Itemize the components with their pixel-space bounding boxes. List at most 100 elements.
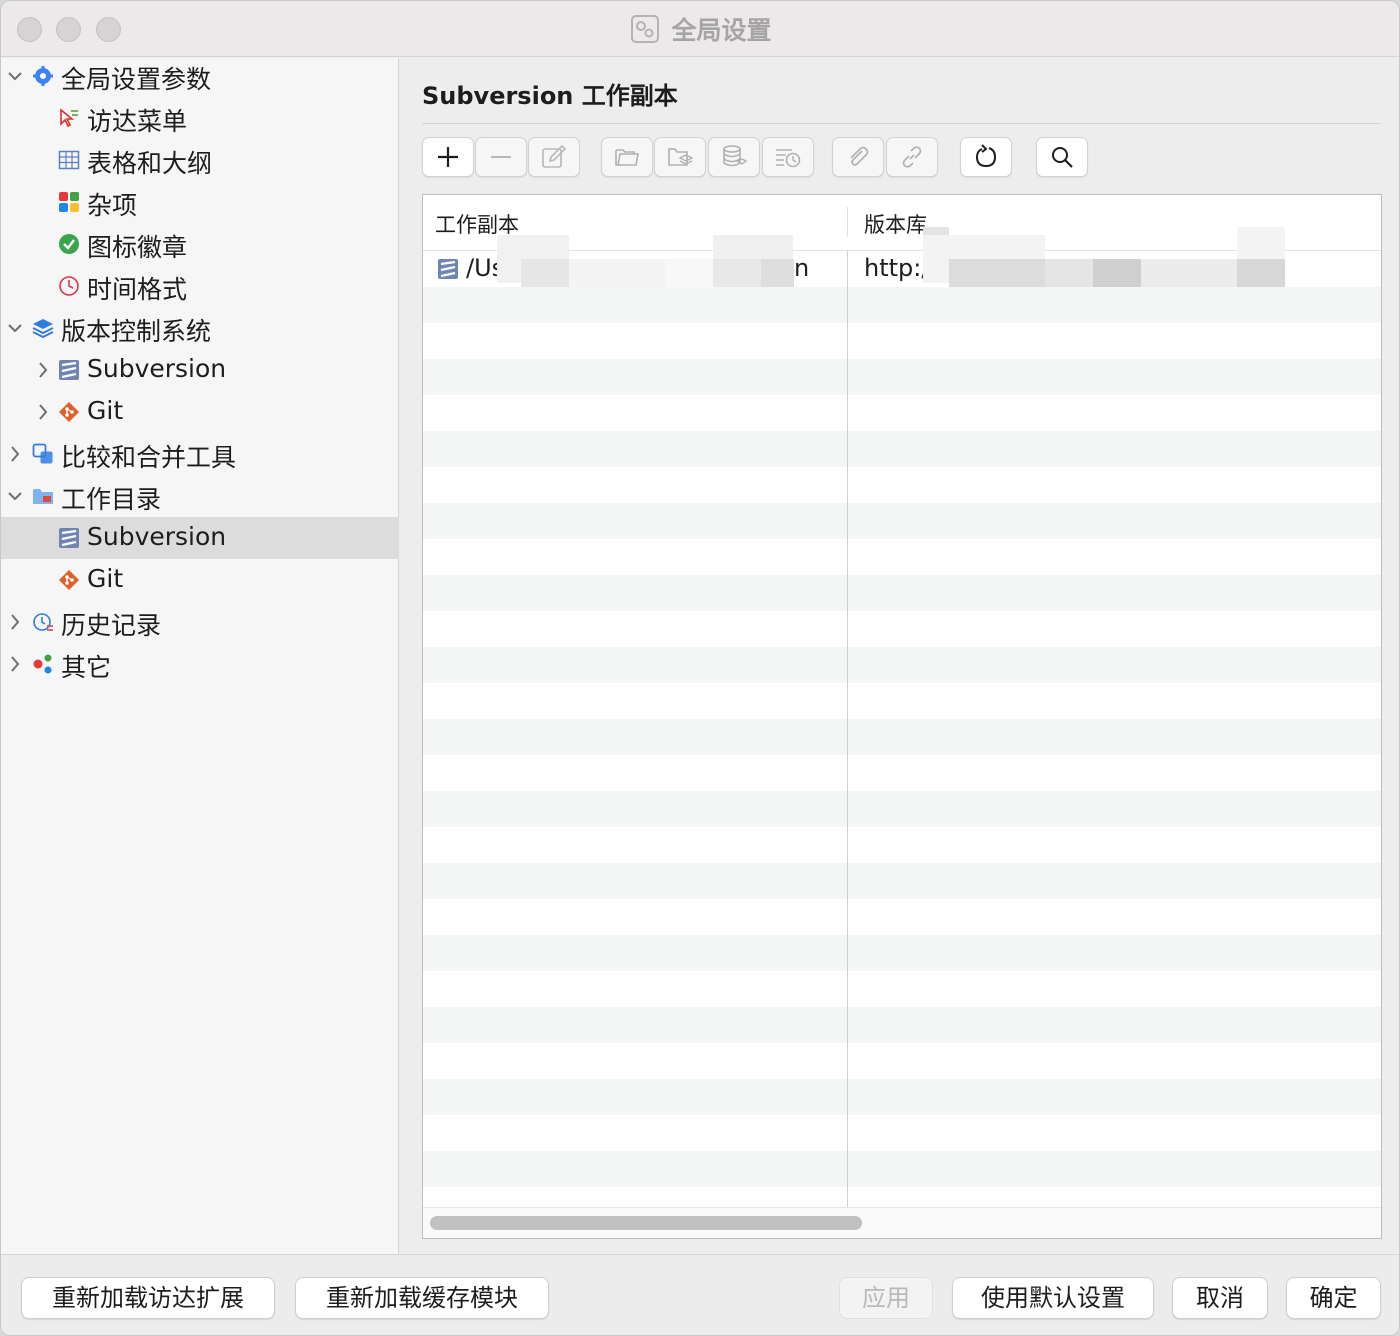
attach-button[interactable] (832, 137, 884, 177)
chevron-right-icon[interactable] (35, 402, 51, 422)
table-row[interactable]: /Us n http:/ (423, 227, 1381, 307)
chevron-right-icon[interactable] (7, 654, 23, 674)
finder-menu-icon (60, 108, 78, 128)
subversion-icon (59, 360, 79, 380)
subversion-icon (59, 528, 79, 548)
ok-button[interactable]: 确定 (1286, 1277, 1381, 1319)
sidebar-item-label: 杂项 (87, 191, 138, 220)
reload-cache-module-button[interactable]: 重新加载缓存模块 (295, 1277, 549, 1319)
table-row (423, 1079, 1381, 1115)
sidebar-item-label: 全局设置参数 (61, 65, 212, 94)
cancel-button[interactable]: 取消 (1172, 1277, 1268, 1319)
sidebar-item-finder-menu[interactable]: 访达菜单 (1, 97, 399, 139)
check-badge-icon (59, 234, 79, 254)
git-icon (59, 402, 79, 422)
column-separator (847, 251, 848, 1207)
settings-sidebar: 全局设置参数 访达菜单 表格和大纲 杂项 图标徽章 时间格式 版本控制系统 Su… (1, 58, 399, 1254)
sidebar-item-misc[interactable]: 杂项 (1, 181, 399, 223)
sidebar-item-diff-merge[interactable]: 比较和合并工具 (1, 433, 399, 475)
table-row (423, 431, 1381, 467)
gear-icon (33, 66, 53, 86)
table-row (423, 575, 1381, 611)
refresh-icon (975, 144, 997, 168)
title-bar: 全局设置 (1, 1, 1399, 57)
link-button[interactable] (886, 137, 938, 177)
sidebar-item-label: 表格和大纲 (87, 149, 213, 178)
footer-bar: 重新加载访达扩展 重新加载缓存模块 应用 使用默认设置 取消 确定 (1, 1254, 1399, 1335)
table-row (423, 359, 1381, 395)
window-title-group: 全局设置 (1, 11, 1399, 47)
chevron-right-icon[interactable] (7, 612, 23, 632)
git-icon (59, 570, 79, 590)
chevron-right-icon[interactable] (35, 360, 51, 380)
log-button[interactable] (762, 137, 814, 177)
chevron-down-icon[interactable] (7, 486, 23, 506)
sidebar-item-label: 时间格式 (87, 275, 188, 304)
sidebar-item-label: Subversion (87, 522, 227, 551)
settings-app-icon (630, 14, 660, 44)
chevron-right-icon[interactable] (7, 444, 23, 464)
table-row (423, 935, 1381, 971)
table-row (423, 863, 1381, 899)
sidebar-item-icon-badges[interactable]: 图标徽章 (1, 223, 399, 265)
table-row (423, 1007, 1381, 1043)
database-icon (723, 145, 747, 167)
layers-icon (32, 319, 54, 339)
folder-repo-button[interactable] (654, 137, 706, 177)
sidebar-item-time-format[interactable]: 时间格式 (1, 265, 399, 307)
sidebar-item-other[interactable]: 其它 (1, 643, 399, 685)
sidebar-item-vcs-git[interactable]: Git (1, 391, 399, 433)
sidebar-item-wd-git[interactable]: Git (1, 559, 399, 601)
page-title: Subversion 工作副本 (422, 82, 678, 110)
column-header-repository[interactable]: 版本库 (864, 209, 927, 239)
column-divider[interactable] (847, 207, 848, 237)
sidebar-item-table-outline[interactable]: 表格和大纲 (1, 139, 399, 181)
sidebar-item-vcs-subversion[interactable]: Subversion (1, 349, 399, 391)
scrollbar-thumb[interactable] (430, 1216, 862, 1230)
subversion-icon (438, 259, 458, 279)
sidebar-item-label: 访达菜单 (87, 107, 188, 136)
open-folder-button[interactable] (601, 137, 653, 177)
sidebar-item-wd-subversion[interactable]: Subversion (1, 517, 399, 559)
sidebar-item-working-dir[interactable]: 工作目录 (1, 475, 399, 517)
sidebar-item-label: 版本控制系统 (61, 317, 212, 346)
clock-icon (59, 276, 79, 296)
search-button[interactable] (1036, 137, 1088, 177)
remove-button[interactable] (475, 137, 527, 177)
link-icon (902, 146, 922, 168)
working-copy-table: 工作副本 版本库 /Us n http:/ (422, 194, 1382, 1239)
reload-finder-extension-button[interactable]: 重新加载访达扩展 (21, 1277, 275, 1319)
sidebar-item-label: Git (87, 564, 124, 593)
sidebar-item-label: 图标徽章 (87, 233, 188, 262)
folder-open-icon (615, 149, 639, 166)
sidebar-item-label: 比较和合并工具 (61, 443, 237, 472)
edit-button[interactable] (528, 137, 580, 177)
sidebar-item-history[interactable]: 历史记录 (1, 601, 399, 643)
main-pane: Subversion 工作副本 工作副本 版本库 /Us n http:/ (400, 58, 1399, 1254)
apply-button[interactable]: 应用 (839, 1277, 933, 1319)
working-copy-path-tail: n (794, 254, 810, 282)
misc-grid-icon (59, 192, 79, 212)
other-dots-icon (33, 654, 52, 674)
table-row (423, 503, 1381, 539)
table-row (423, 647, 1381, 683)
use-defaults-button[interactable]: 使用默认设置 (952, 1277, 1154, 1319)
sidebar-item-label: Git (87, 396, 124, 425)
diff-icon (32, 443, 53, 464)
folder-icon (33, 489, 53, 504)
chevron-down-icon[interactable] (7, 66, 23, 86)
search-icon (1052, 147, 1073, 168)
chevron-down-icon[interactable] (7, 318, 23, 338)
sidebar-item-vcs[interactable]: 版本控制系统 (1, 307, 399, 349)
repository-button[interactable] (708, 137, 760, 177)
repository-url: http:/ (864, 254, 930, 282)
horizontal-scrollbar[interactable] (423, 1207, 1381, 1238)
settings-window: 全局设置 全局设置参数 访达菜单 表格和大纲 杂项 图标徽章 时间格式 版本控制… (0, 0, 1400, 1336)
paperclip-icon (850, 146, 869, 166)
log-history-icon (776, 149, 801, 168)
refresh-button[interactable] (960, 137, 1012, 177)
sidebar-item-global-settings[interactable]: 全局设置参数 (1, 55, 399, 97)
sidebar-item-label: 工作目录 (61, 485, 162, 514)
add-button[interactable] (422, 137, 474, 177)
plus-icon (438, 147, 458, 167)
